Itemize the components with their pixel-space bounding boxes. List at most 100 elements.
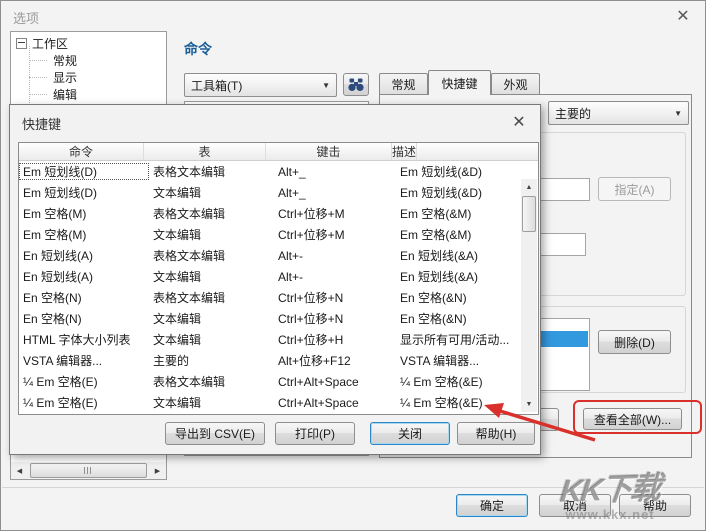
cell-table: 文本编辑 bbox=[149, 331, 274, 348]
export-csv-button[interactable]: 导出到 CSV(E) bbox=[165, 422, 265, 445]
cell-description: En 空格(&N) bbox=[396, 310, 522, 327]
cell-keystroke: Alt+- bbox=[274, 249, 396, 263]
scroll-right-icon[interactable]: ▶ bbox=[149, 462, 166, 479]
cell-command: HTML 字体大小列表 bbox=[19, 331, 149, 348]
tree-item[interactable]: 显示 bbox=[11, 69, 166, 86]
collapse-icon[interactable] bbox=[16, 38, 27, 49]
cell-command: Em 空格(M) bbox=[19, 226, 149, 243]
cell-description: En 短划线(&A) bbox=[396, 268, 522, 285]
tree-item[interactable]: 编辑 bbox=[11, 86, 166, 103]
table-row[interactable]: En 短划线(A) 文本编辑 Alt+- En 短划线(&A) bbox=[19, 266, 538, 287]
cell-keystroke: Ctrl+位移+M bbox=[274, 205, 396, 222]
table-row[interactable]: ¼ Em 空格(E) 表格文本编辑 Ctrl+Alt+Space ¼ Em 空格… bbox=[19, 371, 538, 392]
close-button[interactable]: 关闭 bbox=[370, 422, 450, 445]
cell-table: 文本编辑 bbox=[149, 268, 274, 285]
table-row[interactable]: VSTA 编辑器... 主要的 Alt+位移+F12 VSTA 编辑器... bbox=[19, 350, 538, 371]
scrollbar-track[interactable] bbox=[521, 233, 537, 396]
tab[interactable]: 快捷键 bbox=[428, 70, 491, 95]
column-header[interactable]: 描述 bbox=[392, 143, 417, 160]
command-category-select[interactable]: 工具箱(T) ▼ bbox=[184, 73, 337, 97]
table-row[interactable]: En 空格(N) 文本编辑 Ctrl+位移+N En 空格(&N) bbox=[19, 308, 538, 329]
cell-description: Em 短划线(&D) bbox=[396, 184, 522, 201]
table-row[interactable]: Em 短划线(D) 表格文本编辑 Alt+_ Em 短划线(&D) bbox=[19, 161, 538, 182]
table-row[interactable]: En 短划线(A) 表格文本编辑 Alt+- En 短划线(&A) bbox=[19, 245, 538, 266]
tree-item-label: 工作区 bbox=[32, 35, 68, 52]
cell-command: ¼ Em 空格(E) bbox=[19, 394, 149, 411]
commands-heading: 命令 bbox=[184, 39, 212, 59]
column-header-label: 键击 bbox=[316, 143, 340, 160]
tab-label: 快捷键 bbox=[441, 75, 477, 92]
shortcut-keys-dialog: 快捷键 ✕ 命令 表 键击 描述 Em 短划线(D) bbox=[9, 104, 541, 455]
cancel-button[interactable]: 取消 bbox=[539, 494, 611, 517]
scroll-down-icon[interactable]: ▼ bbox=[521, 396, 537, 412]
help-button[interactable]: 帮助 bbox=[619, 494, 691, 517]
dialog-help-button[interactable]: 帮助(H) bbox=[457, 422, 535, 445]
find-command-button[interactable] bbox=[343, 73, 369, 96]
scrollbar-thumb[interactable] bbox=[522, 196, 536, 232]
print-button[interactable]: 打印(P) bbox=[275, 422, 355, 445]
scroll-left-icon[interactable]: ◀ bbox=[11, 462, 28, 479]
tree-item-label: 显示 bbox=[53, 69, 77, 86]
command-category-value: 工具箱(T) bbox=[191, 77, 242, 94]
cell-description: En 短划线(&A) bbox=[396, 247, 522, 264]
tree-item-label: 常规 bbox=[53, 52, 77, 69]
ok-button[interactable]: 确定 bbox=[456, 494, 528, 517]
tab[interactable]: 外观 bbox=[491, 73, 540, 95]
table-row[interactable]: HTML 字体大小列表 文本编辑 Ctrl+位移+H 显示所有可用/活动... bbox=[19, 329, 538, 350]
tree-item[interactable]: 工作区 bbox=[11, 35, 166, 52]
column-header[interactable]: 表 bbox=[144, 143, 266, 160]
view-all-button[interactable]: 查看全部(W)... bbox=[583, 408, 682, 430]
close-icon[interactable]: ✕ bbox=[671, 5, 695, 27]
cell-description: ¼ Em 空格(&E) bbox=[396, 373, 522, 390]
table-row[interactable]: Em 空格(M) 文本编辑 Ctrl+位移+M Em 空格(&M) bbox=[19, 224, 538, 245]
cell-command: En 空格(N) bbox=[19, 310, 149, 327]
column-header[interactable]: 命令 bbox=[19, 143, 144, 160]
cell-table: 表格文本编辑 bbox=[149, 289, 274, 306]
cell-command: En 空格(N) bbox=[19, 289, 149, 306]
binoculars-icon bbox=[348, 78, 364, 92]
cell-command: VSTA 编辑器... bbox=[19, 352, 149, 369]
cell-keystroke: Ctrl+位移+N bbox=[274, 310, 396, 327]
column-header-label: 命令 bbox=[69, 143, 93, 160]
cell-table: 文本编辑 bbox=[149, 184, 274, 201]
cell-keystroke: Alt+_ bbox=[274, 186, 396, 200]
cell-description: Em 短划线(&D) bbox=[396, 163, 522, 180]
chevron-down-icon: ▼ bbox=[322, 81, 330, 90]
cell-table: 表格文本编辑 bbox=[149, 373, 274, 390]
cell-command: En 短划线(A) bbox=[19, 247, 149, 264]
scroll-up-icon[interactable]: ▲ bbox=[521, 179, 537, 195]
cell-table: 文本编辑 bbox=[149, 226, 274, 243]
cell-keystroke: Alt+_ bbox=[274, 165, 396, 179]
tab[interactable]: 常规 bbox=[379, 73, 428, 95]
shortcut-table: 命令 表 键击 描述 Em 短划线(D) 表格文本编辑 Alt+_ bbox=[18, 142, 539, 415]
footer-divider bbox=[2, 487, 704, 488]
column-header[interactable]: 键击 bbox=[266, 143, 392, 160]
table-row[interactable]: Em 空格(M) 表格文本编辑 Ctrl+位移+M Em 空格(&M) bbox=[19, 203, 538, 224]
tab-label: 外观 bbox=[503, 76, 527, 93]
cell-table: 主要的 bbox=[149, 352, 274, 369]
cell-description: ¼ Em 空格(&E) bbox=[396, 394, 522, 411]
cell-command: Em 短划线(D) bbox=[19, 163, 149, 180]
cell-table: 表格文本编辑 bbox=[149, 163, 274, 180]
cell-description: Em 空格(&M) bbox=[396, 226, 522, 243]
table-row[interactable]: Em 短划线(D) 文本编辑 Alt+_ Em 短划线(&D) bbox=[19, 182, 538, 203]
table-header-row: 命令 表 键击 描述 bbox=[19, 143, 538, 161]
table-body: Em 短划线(D) 表格文本编辑 Alt+_ Em 短划线(&D) Em 短划线… bbox=[19, 161, 538, 413]
delete-button[interactable]: 删除(D) bbox=[598, 330, 671, 354]
assign-button[interactable]: 指定(A) bbox=[598, 177, 671, 201]
dialog-close-icon[interactable]: ✕ bbox=[506, 111, 532, 133]
scrollbar-thumb[interactable] bbox=[30, 463, 147, 478]
tree-horizontal-scrollbar[interactable]: ◀ ▶ bbox=[11, 462, 166, 479]
options-window: 选项 ✕ 工作区 常规 显示 编辑 bbox=[0, 0, 706, 531]
cell-description: Em 空格(&M) bbox=[396, 205, 522, 222]
table-vertical-scrollbar[interactable]: ▲ ▼ bbox=[521, 179, 537, 412]
tree-item[interactable]: 常规 bbox=[11, 52, 166, 69]
shortcut-table-value: 主要的 bbox=[555, 105, 591, 122]
table-row[interactable]: ¼ Em 空格(E) 文本编辑 Ctrl+Alt+Space ¼ Em 空格(&… bbox=[19, 392, 538, 413]
shortcut-table-select[interactable]: 主要的 ▼ bbox=[548, 101, 689, 125]
cell-description: En 空格(&N) bbox=[396, 289, 522, 306]
cell-command: En 短划线(A) bbox=[19, 268, 149, 285]
table-row[interactable]: En 空格(N) 表格文本编辑 Ctrl+位移+N En 空格(&N) bbox=[19, 287, 538, 308]
cell-command: ¼ Em 空格(E) bbox=[19, 373, 149, 390]
tab-label: 常规 bbox=[391, 76, 415, 93]
